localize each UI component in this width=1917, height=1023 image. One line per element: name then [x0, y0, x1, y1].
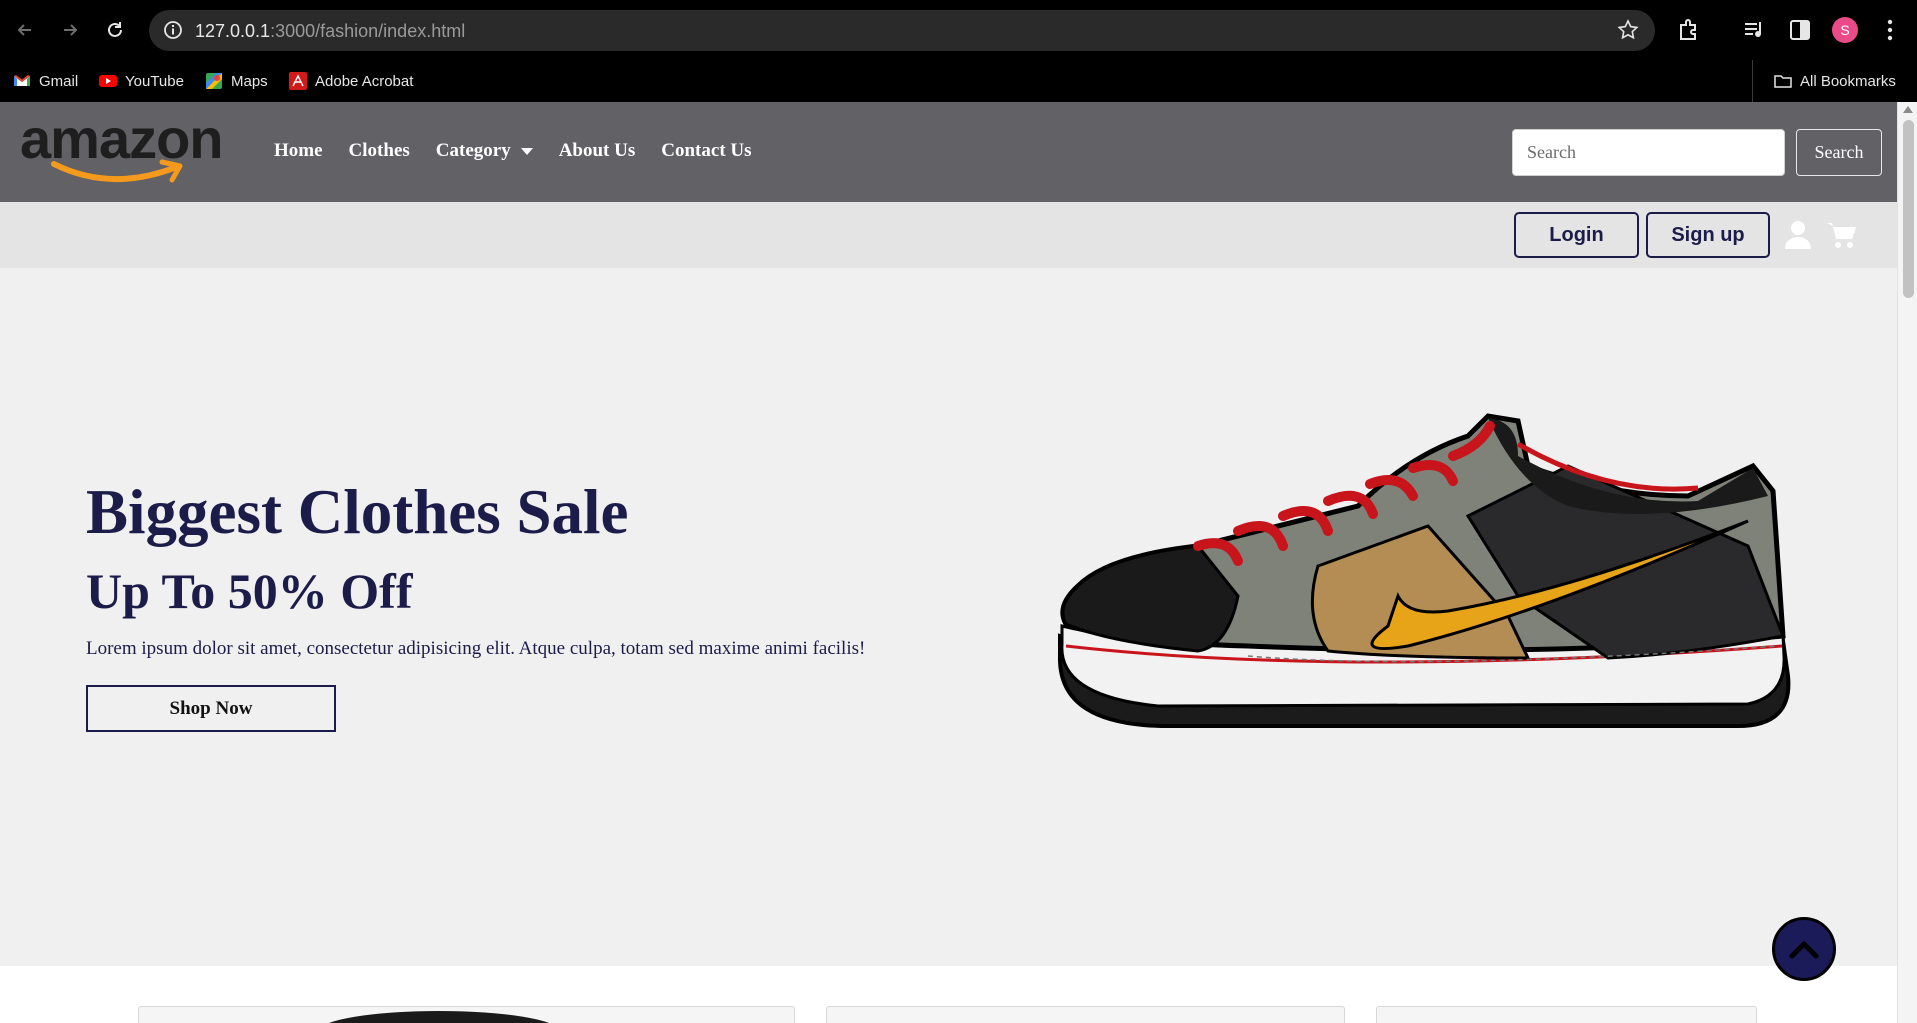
page-viewport: amazon Home Clothes Category About Us Co…	[0, 102, 1917, 1023]
amazon-logo[interactable]: amazon	[20, 107, 232, 188]
url-text: 127.0.0.1:3000/fashion/index.html	[195, 21, 465, 42]
more-menu-icon[interactable]	[1884, 18, 1896, 42]
shop-now-button[interactable]: Shop Now	[86, 685, 336, 732]
profile-avatar[interactable]: S	[1832, 17, 1858, 43]
bookmark-gmail[interactable]: Gmail	[13, 68, 78, 94]
product-image	[319, 1011, 559, 1023]
hero-title: Biggest Clothes Sale	[86, 477, 629, 547]
logo-smile-icon	[51, 159, 183, 183]
scroll-up-arrow-icon[interactable]	[1903, 106, 1913, 113]
all-bookmarks-label: All Bookmarks	[1800, 72, 1896, 90]
product-card[interactable]	[138, 1006, 795, 1023]
back-button[interactable]	[11, 16, 39, 44]
bookmarks-divider	[1752, 60, 1753, 102]
caret-down-icon	[520, 147, 533, 155]
address-bar[interactable]: 127.0.0.1:3000/fashion/index.html	[149, 10, 1655, 51]
product-card[interactable]	[1376, 1006, 1757, 1023]
bookmark-label: Maps	[231, 72, 268, 90]
hero-subtitle: Up To 50% Off	[86, 563, 413, 619]
account-bar: Login Sign up	[0, 202, 1897, 268]
bookmark-label: Adobe Acrobat	[315, 72, 414, 90]
scroll-to-top-button[interactable]	[1772, 917, 1836, 981]
search-button[interactable]: Search	[1796, 129, 1882, 176]
site-info-icon[interactable]	[163, 20, 183, 40]
nav-contact[interactable]: Contact Us	[661, 140, 751, 162]
back-arrow-icon	[17, 24, 31, 36]
user-icon[interactable]	[1784, 220, 1812, 250]
chevron-up-icon	[1789, 941, 1819, 959]
browser-toolbar: 127.0.0.1:3000/fashion/index.html S	[0, 0, 1917, 60]
product-card[interactable]	[826, 1006, 1345, 1023]
cart-icon[interactable]	[1826, 220, 1858, 250]
url-path: :3000/fashion/index.html	[270, 21, 466, 41]
maps-icon	[206, 73, 222, 89]
youtube-icon	[99, 75, 117, 87]
folder-icon	[1774, 75, 1792, 88]
bookmark-star-icon[interactable]	[1617, 19, 1639, 41]
acrobat-icon	[289, 72, 307, 90]
nav-category-dropdown[interactable]: Category	[436, 140, 533, 162]
nav-clothes[interactable]: Clothes	[349, 140, 410, 162]
forward-arrow-icon	[64, 24, 78, 36]
nav-about[interactable]: About Us	[559, 140, 636, 162]
side-panel-icon[interactable]	[1787, 17, 1813, 43]
bookmarks-bar: Gmail YouTube Maps Adobe Acrobat All Boo…	[0, 60, 1917, 102]
gmail-icon	[14, 75, 30, 86]
site-navbar: amazon Home Clothes Category About Us Co…	[0, 102, 1897, 202]
login-button[interactable]: Login	[1514, 212, 1639, 258]
hero-description: Lorem ipsum dolor sit amet, consectetur …	[86, 638, 866, 659]
bookmark-label: Gmail	[39, 72, 79, 90]
bookmark-youtube[interactable]: YouTube	[99, 68, 184, 94]
bookmark-label: YouTube	[125, 72, 184, 90]
nav-category-label: Category	[435, 140, 511, 161]
reload-button[interactable]	[101, 16, 129, 44]
media-queue-icon[interactable]	[1742, 17, 1768, 43]
hero-banner: Biggest Clothes Sale Up To 50% Off Lorem…	[0, 268, 1897, 966]
nav-home[interactable]: Home	[274, 140, 323, 162]
sneaker-product-image	[1057, 413, 1791, 728]
bookmark-maps[interactable]: Maps	[205, 68, 268, 94]
page-scrollbar[interactable]	[1897, 102, 1917, 1023]
forward-button[interactable]	[56, 16, 84, 44]
main-menu: Home Clothes Category About Us Contact U…	[274, 140, 778, 162]
signup-button[interactable]: Sign up	[1646, 212, 1770, 258]
url-host: 127.0.0.1	[195, 21, 271, 41]
product-cards-strip	[0, 966, 1897, 1023]
search-input[interactable]	[1512, 129, 1785, 176]
extensions-icon[interactable]	[1676, 17, 1702, 43]
reload-icon	[108, 22, 122, 37]
scrollbar-thumb[interactable]	[1903, 120, 1914, 298]
bookmark-adobe-acrobat[interactable]: Adobe Acrobat	[289, 68, 413, 94]
all-bookmarks[interactable]: All Bookmarks	[1774, 68, 1896, 94]
